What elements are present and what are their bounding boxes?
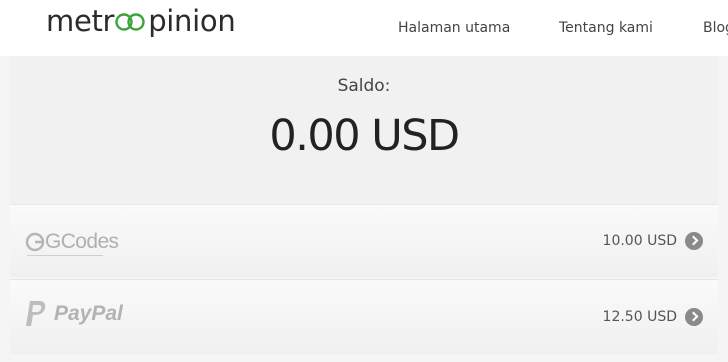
site-header: metr pinion Halaman utama Tentang kami B… [0, 0, 728, 56]
gcodes-logo-text: GCodes [45, 230, 119, 253]
chevron-right-circle-icon[interactable] [685, 308, 703, 326]
chevron-right-circle-icon[interactable] [685, 232, 703, 250]
nav-blog-link[interactable]: Blog [703, 20, 728, 36]
metroopinion-logo[interactable]: metr pinion [46, 4, 236, 38]
balance-label: Saldo: [337, 76, 391, 96]
gcodes-logo-underline [27, 255, 103, 256]
nav-about-link[interactable]: Tentang kami [559, 20, 653, 36]
paypal-p-icon [26, 301, 46, 326]
logo-text-left: metr [46, 4, 115, 38]
reward-amount: 10.00 USD [602, 233, 677, 249]
paypal-logo-text: PayPal [54, 302, 123, 325]
gcodes-g-icon [25, 232, 45, 252]
reward-row-paypal[interactable]: PayPal 12.50 USD [10, 279, 718, 354]
logo-text-right: pinion [148, 4, 236, 38]
balance-panel: Saldo: 0.00 USD [10, 56, 718, 204]
logo-double-o-icon [115, 13, 145, 31]
reward-row-gcodes[interactable]: GCodes 10.00 USD [10, 204, 718, 277]
nav-home-link[interactable]: Halaman utama [398, 20, 510, 36]
balance-value: 0.00 USD [269, 111, 460, 161]
reward-amount: 12.50 USD [602, 309, 677, 325]
paypal-logo: PayPal [25, 300, 123, 328]
gcodes-logo: GCodes [25, 226, 119, 258]
